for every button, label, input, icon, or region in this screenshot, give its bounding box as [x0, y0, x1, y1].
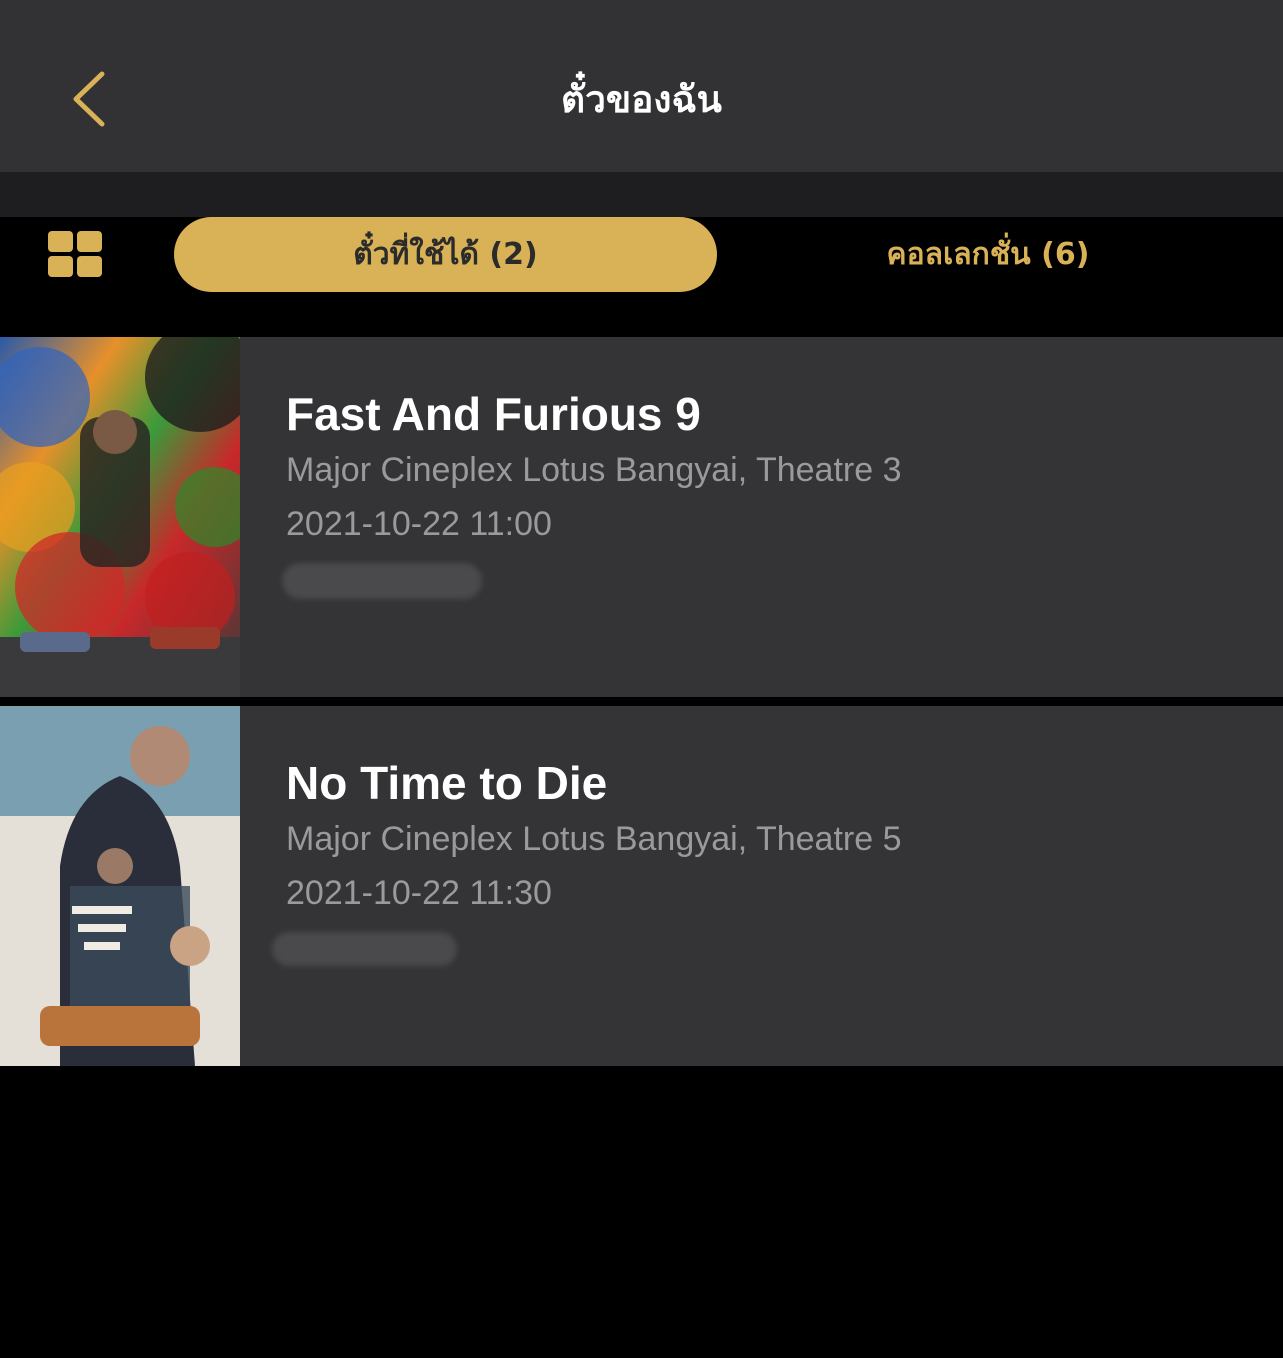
grid-icon[interactable] [48, 231, 102, 277]
redacted-text [272, 932, 457, 966]
movie-showtime: 2021-10-22 11:30 [286, 874, 552, 912]
tab-collection[interactable]: คอลเลกชั่น (6) [760, 217, 1216, 292]
movie-showtime: 2021-10-22 11:00 [286, 505, 552, 543]
movie-title: No Time to Die [286, 757, 608, 809]
movie-poster-image [0, 337, 240, 697]
app-header: ตั๋วของฉัน [0, 0, 1283, 172]
ticket-card[interactable]: Fast And Furious 9 Major Cineplex Lotus … [0, 337, 1283, 697]
tab-available-tickets[interactable]: ตั๋วที่ใช้ได้ (2) [174, 217, 717, 292]
movie-venue: Major Cineplex Lotus Bangyai, Theatre 5 [286, 820, 902, 858]
redacted-text [282, 563, 482, 599]
header-divider [0, 172, 1283, 217]
movie-poster-image [0, 706, 240, 1066]
ticket-card[interactable]: No Time to Die Major Cineplex Lotus Bang… [0, 706, 1283, 1066]
movie-title: Fast And Furious 9 [286, 388, 701, 440]
movie-venue: Major Cineplex Lotus Bangyai, Theatre 3 [286, 451, 902, 489]
tab-bar: ตั๋วที่ใช้ได้ (2) คอลเลกชั่น (6) [0, 217, 1283, 337]
page-title: ตั๋วของฉัน [561, 78, 722, 121]
